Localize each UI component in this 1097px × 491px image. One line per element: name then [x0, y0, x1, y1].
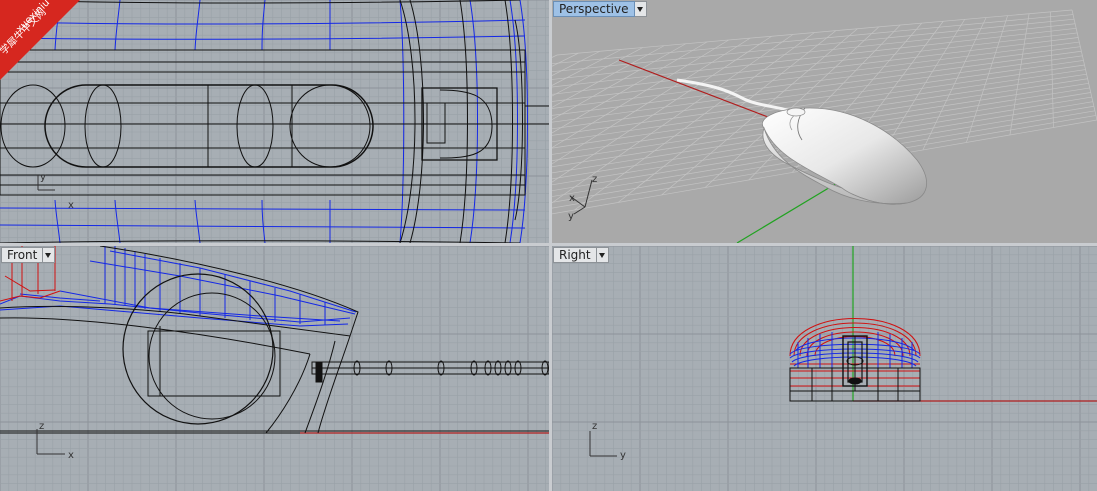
right-view-canvas[interactable]: z y — [552, 246, 1097, 491]
front-viewport-tab[interactable]: Front — [1, 247, 56, 263]
perspective-axis-y-label: y — [568, 211, 574, 222]
front-axis-x-label: x — [68, 450, 74, 461]
right-axis-y-label: y — [620, 450, 626, 461]
viewport-front[interactable]: z x Front — [0, 246, 549, 491]
viewport-right[interactable]: z y Right — [552, 246, 1097, 491]
watermark-logo: xuexiniu 学犀牛中文网 — [0, 0, 80, 80]
top-axis-x-label: x — [68, 200, 74, 211]
perspective-axis-z-label: z — [592, 174, 597, 185]
perspective-menu-dropdown-icon[interactable] — [634, 1, 647, 17]
top-axis-y-label: y — [40, 172, 46, 183]
viewport-top[interactable]: y x — [0, 0, 549, 243]
right-viewport-tab[interactable]: Right — [553, 247, 609, 263]
right-axis-z-label: z — [592, 421, 597, 432]
front-viewport-title[interactable]: Front — [1, 247, 44, 263]
front-menu-dropdown-icon[interactable] — [43, 247, 56, 263]
perspective-viewport-title[interactable]: Perspective — [553, 1, 635, 17]
top-grid — [0, 0, 549, 243]
perspective-axis-x-label: x — [569, 193, 575, 204]
front-axis-z-label: z — [39, 421, 44, 432]
top-view-canvas[interactable]: y x — [0, 0, 549, 243]
viewport-perspective[interactable]: z x y Perspective — [552, 0, 1097, 243]
perspective-viewport-tab[interactable]: Perspective — [553, 1, 647, 17]
right-viewport-title[interactable]: Right — [553, 247, 597, 263]
front-view-canvas[interactable]: z x — [0, 246, 549, 491]
perspective-canvas[interactable]: z x y — [552, 0, 1097, 243]
right-menu-dropdown-icon[interactable] — [596, 247, 609, 263]
